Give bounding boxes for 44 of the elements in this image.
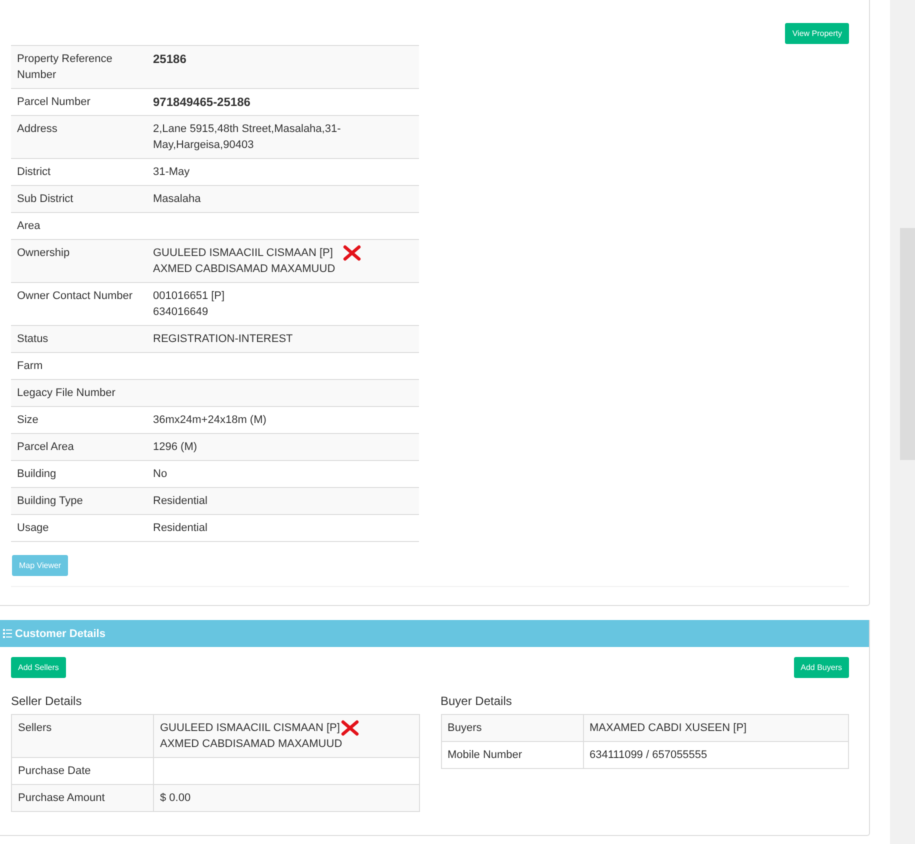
field-label: Status <box>11 326 147 352</box>
field-label: Property Reference Number <box>11 46 147 88</box>
field-label: Mobile Number <box>441 742 583 768</box>
view-property-button[interactable]: View Property <box>785 23 849 44</box>
list-icon <box>3 629 12 638</box>
section-heading: Buyer Details <box>440 694 513 708</box>
field-label: Buyers <box>441 714 583 742</box>
value-text: 31-May <box>153 165 190 180</box>
value-text: $ 0.00 <box>160 791 191 806</box>
value-text: 634016649 <box>153 305 208 320</box>
field-label: Usage <box>11 514 147 542</box>
value-text: 634111099 / 657055555 <box>590 748 708 763</box>
value-text: Residential <box>153 521 208 536</box>
value-text: 25186 <box>153 51 186 67</box>
value-text: GUULEED ISMAACIIL CISMAAN [P] <box>153 246 333 261</box>
value-text: AXMED CABDISAMAD MAXAMUUD <box>160 737 342 752</box>
value-text: 971849465-25186 <box>153 94 250 110</box>
section-heading: Seller Details <box>11 694 83 708</box>
field-label: Legacy File Number <box>11 380 147 406</box>
scrollbar[interactable] <box>890 0 915 844</box>
cross-mark-icon <box>342 245 361 261</box>
add-buyers-button[interactable]: Add Buyers <box>794 657 849 678</box>
field-label: Ownership <box>11 240 147 282</box>
field-label: Parcel Area <box>11 434 147 460</box>
value-text: Masalaha <box>153 192 201 207</box>
value-text: 2,Lane 5915,48th Street,Masalaha,31-May,Hargeisa,90403 <box>153 122 342 153</box>
value-text: GUULEED ISMAACIIL CISMAAN [P] <box>160 721 340 736</box>
add-sellers-button[interactable]: Add Sellers <box>11 657 66 678</box>
value-text: AXMED CABDISAMAD MAXAMUUD <box>153 262 336 277</box>
field-label: Sellers <box>12 714 154 758</box>
field-label: Address <box>11 116 147 158</box>
field-label: Purchase Amount <box>12 784 154 812</box>
field-label: Building Type <box>11 488 147 514</box>
value-text: 001016651 [P] <box>153 289 225 304</box>
value-text: 36mx24m+24x18m (M) <box>153 413 266 428</box>
field-label: Sub District <box>11 186 147 212</box>
value-text: No <box>153 467 168 482</box>
value-text: 1296 (M) <box>153 440 198 455</box>
map-viewer-button[interactable]: Map Viewer <box>12 555 68 576</box>
value-text: MAXAMED CABDI XUSEEN [P] <box>590 721 747 736</box>
value-text: REGISTRATION-INTEREST <box>153 332 293 347</box>
section-title: Customer Details <box>15 628 106 640</box>
cross-mark-icon <box>340 720 359 736</box>
value-text: Residential <box>153 494 208 509</box>
